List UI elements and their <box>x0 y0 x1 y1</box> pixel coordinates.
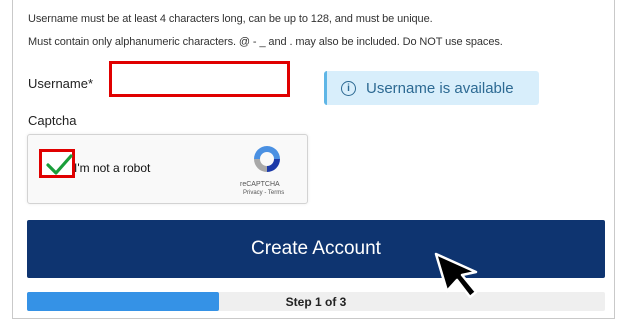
info-icon: i <box>341 80 356 96</box>
captcha-label: Captcha <box>28 113 77 128</box>
recaptcha-checkbox-label: I'm not a robot <box>74 161 151 175</box>
create-account-button[interactable]: Create Account <box>27 220 605 278</box>
recaptcha-links: Privacy - Terms <box>243 190 284 196</box>
recaptcha-privacy-link[interactable]: Privacy <box>243 190 263 196</box>
checkmark-icon <box>46 154 73 175</box>
username-requirements-line1: Username must be at least 4 characters l… <box>28 13 433 25</box>
recaptcha-checkbox[interactable] <box>39 149 75 178</box>
username-requirements-line2: Must contain only alphanumeric character… <box>28 36 503 48</box>
recaptcha-brand-text: reCAPTCHA <box>240 181 280 188</box>
recaptcha-terms-link[interactable]: Terms <box>268 190 284 196</box>
recaptcha-logo-icon <box>254 146 280 172</box>
signup-progress-bar: Step 1 of 3 <box>27 292 605 311</box>
signup-progress-label: Step 1 of 3 <box>285 295 347 309</box>
mouse-cursor-icon <box>434 252 478 299</box>
username-available-notice: i Username is available <box>324 71 539 105</box>
username-input[interactable] <box>109 61 290 97</box>
username-available-text: Username is available <box>366 79 514 97</box>
create-account-button-label: Create Account <box>251 238 381 259</box>
recaptcha-widget: I'm not a robot reCAPTCHA Privacy - Term… <box>27 134 308 204</box>
username-label: Username* <box>28 76 94 91</box>
